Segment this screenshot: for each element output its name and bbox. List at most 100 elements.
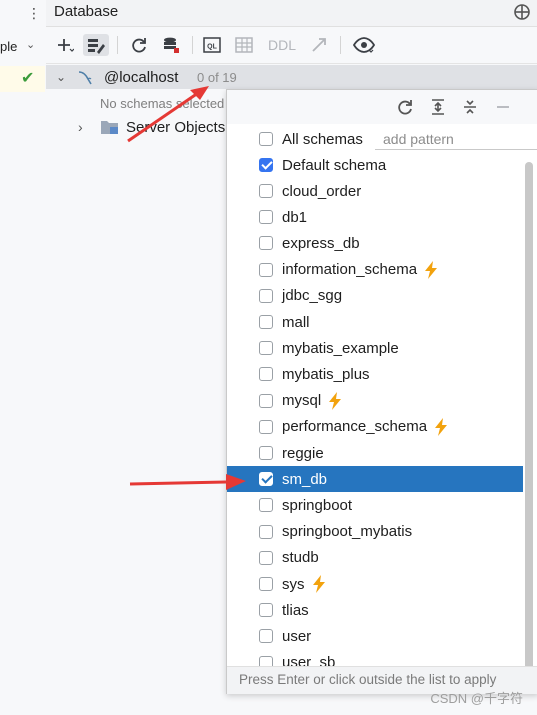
divider [375,149,537,150]
refresh-icon[interactable] [396,98,414,116]
list-item[interactable]: user [227,623,523,649]
checkbox[interactable] [259,158,273,172]
checkbox[interactable] [259,655,273,666]
collapse-all-icon[interactable] [461,98,479,116]
schema-count-link[interactable]: 0 of 19 [197,70,237,85]
schema-name: mybatis_example [282,339,399,357]
tree-row-localhost[interactable]: ⌄ @localhost 0 of 19 [46,65,537,89]
tool-window-header: Database [46,0,537,27]
mysql-dolphin-icon [78,71,92,85]
toolbar-separator [340,36,341,54]
checkbox[interactable] [259,550,273,565]
toolbar-separator [192,36,193,54]
list-item[interactable]: express_db [227,230,523,256]
list-item[interactable]: mybatis_example [227,335,523,361]
add-pattern-input[interactable]: add pattern [383,131,454,147]
schema-name: express_db [282,234,360,252]
checkbox[interactable] [259,629,273,644]
checkbox[interactable] [259,210,273,225]
list-item[interactable]: performance_schema [227,414,523,440]
database-toolbar: QL DDL [46,27,537,64]
checkbox[interactable] [259,577,273,591]
checkbox[interactable] [259,184,273,198]
folder-icon [101,121,118,134]
more-options-icon[interactable]: ⋮ [27,3,41,23]
list-item[interactable]: sys [227,571,523,597]
schema-name: sys [282,575,305,593]
scrollbar[interactable] [525,162,533,666]
list-item[interactable]: tlias [227,597,523,623]
tree-host-label: @localhost [104,68,179,86]
schema-name: cloud_order [282,182,362,200]
checkbox[interactable] [259,498,273,513]
checkbox[interactable] [259,524,273,539]
no-schemas-hint: No schemas selected [100,95,225,111]
checkbox[interactable] [259,341,273,356]
schema-selection-popup: All schemas add pattern Default schema c… [226,89,537,694]
panel-title: Database [54,3,119,20]
list-item[interactable]: cloud_order [227,178,523,204]
checkbox[interactable] [259,393,273,408]
list-item[interactable]: information_schema [227,257,523,283]
schema-name: information_schema [282,261,418,279]
schema-name: jdbc_sgg [282,287,343,305]
checkbox[interactable] [259,367,273,382]
jump-icon[interactable] [308,34,330,56]
checkbox[interactable] [259,236,273,251]
schema-name: springboot_mybatis [282,523,413,541]
schema-name: user [282,627,312,645]
list-item[interactable]: mybatis_plus [227,361,523,387]
checkbox[interactable] [259,132,273,146]
left-combo-text: ple [0,39,18,54]
list-item[interactable]: springboot [227,492,523,518]
checkbox[interactable] [259,603,273,618]
datasource-properties-icon[interactable] [83,34,109,56]
list-item[interactable]: user_sb [227,650,523,666]
list-item[interactable]: db1 [227,204,523,230]
schema-name: studb [282,549,319,567]
chevron-right-icon[interactable]: › [78,119,83,135]
list-item[interactable]: sm_db [227,466,523,493]
lightning-icon [329,391,342,410]
list-item[interactable]: studb [227,545,523,571]
list-item[interactable]: mysql [227,388,523,414]
checkbox[interactable] [259,419,273,434]
schema-name: reggie [282,444,324,462]
remove-icon[interactable] [494,98,512,116]
schema-name: mybatis_plus [282,365,370,383]
checkbox[interactable] [259,262,273,277]
query-console-icon[interactable]: QL [201,34,223,56]
target-icon[interactable] [513,3,531,21]
schema-name: mysql [282,392,322,410]
table-editor-icon[interactable] [233,34,255,56]
list-item[interactable]: springboot_mybatis [227,519,523,545]
expand-all-icon[interactable] [429,98,447,116]
schema-name: tlias [282,601,309,619]
default-schema-label: Default schema [282,156,387,174]
eye-icon[interactable] [351,34,377,56]
db-stop-icon[interactable] [160,34,182,56]
checkbox[interactable] [259,288,273,303]
list-item-default-schema[interactable]: Default schema [227,152,523,178]
toolbar-separator [117,36,118,54]
checkmark-icon: ✔ [21,70,35,87]
add-icon[interactable] [54,34,76,56]
watermark: CSDN @千字符 [430,691,523,706]
schema-list: All schemas add pattern Default schema c… [227,124,537,666]
list-item[interactable]: mall [227,309,523,335]
left-selected-row[interactable]: ✔ [0,66,45,92]
lightning-icon [312,575,325,593]
left-combo[interactable]: ple ⌄ [0,36,46,58]
checkbox[interactable] [259,446,273,460]
checkbox[interactable] [259,315,273,329]
all-schemas-label: All schemas [282,130,363,148]
chevron-down-icon[interactable]: ⌄ [56,70,66,84]
list-item[interactable]: jdbc_sgg [227,283,523,309]
list-item[interactable]: reggie [227,440,523,466]
chevron-down-icon: ⌄ [26,39,36,51]
schema-name: sm_db [282,470,328,488]
refresh-icon[interactable] [128,34,150,56]
checkbox[interactable] [259,472,273,487]
ddl-button[interactable]: DDL [266,34,298,56]
svg-text:QL: QL [207,44,217,51]
